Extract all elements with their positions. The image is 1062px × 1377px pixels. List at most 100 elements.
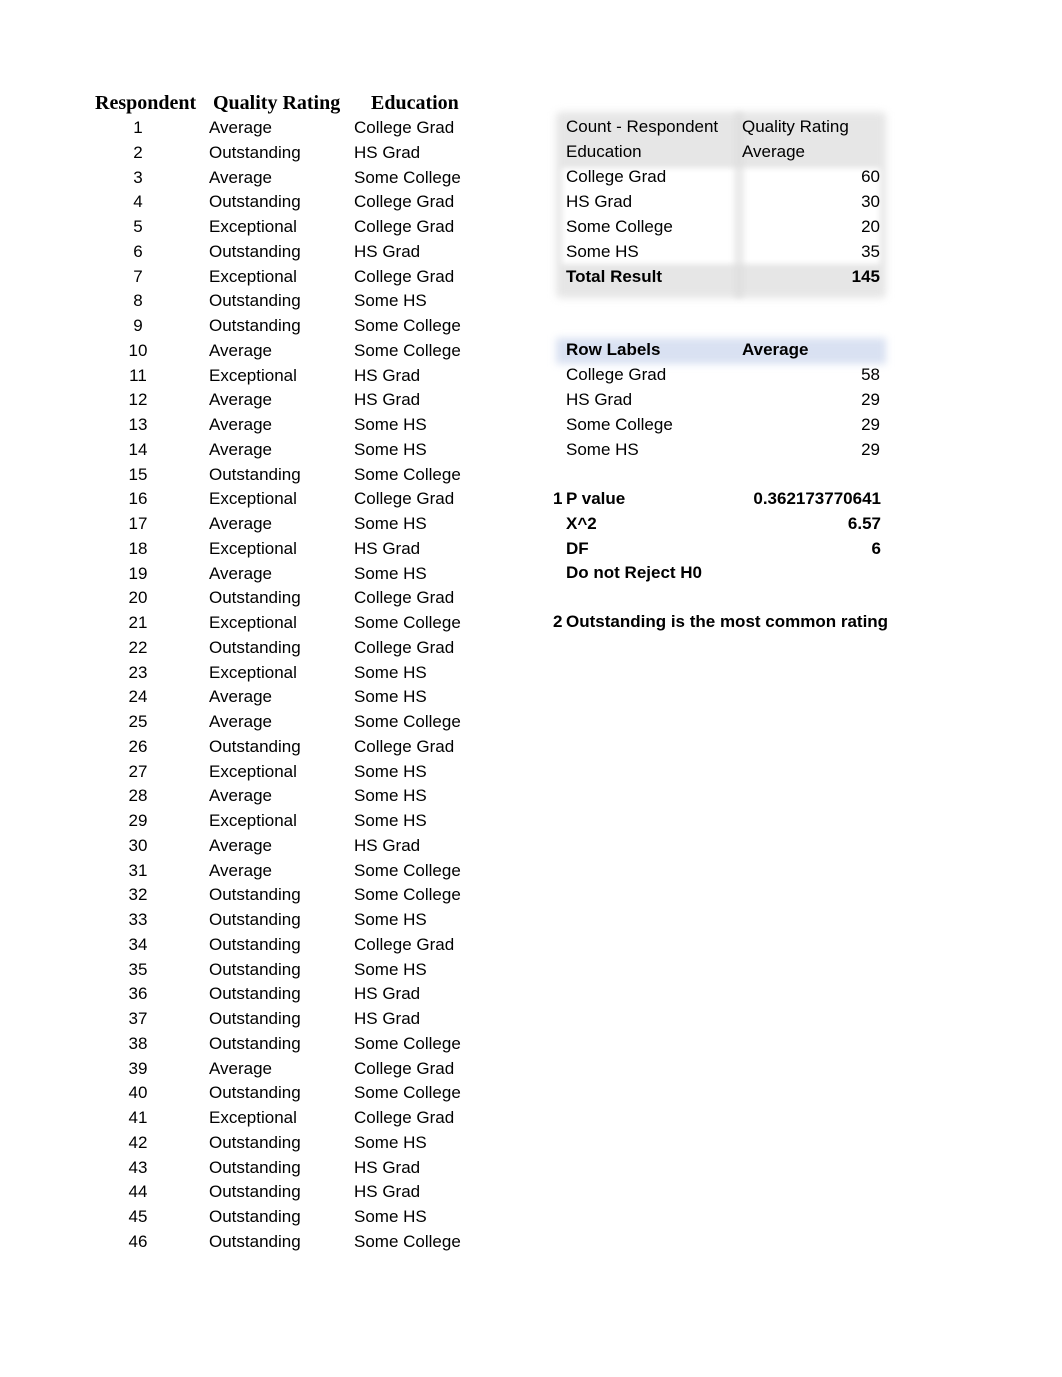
education-cell[interactable]: College Grad: [354, 487, 454, 512]
respondent-cell[interactable]: 38: [118, 1032, 158, 1057]
quality-rating-cell[interactable]: Exceptional: [209, 611, 297, 636]
respondent-cell[interactable]: 23: [118, 661, 158, 686]
education-cell[interactable]: Some College: [354, 1230, 461, 1255]
education-cell[interactable]: Some College: [354, 166, 461, 191]
education-cell[interactable]: College Grad: [354, 116, 454, 141]
respondent-cell[interactable]: 6: [118, 240, 158, 265]
quality-rating-cell[interactable]: Average: [209, 710, 272, 735]
row-labels-header[interactable]: Row Labels: [566, 338, 660, 363]
respondent-cell[interactable]: 17: [118, 512, 158, 537]
education-cell[interactable]: HS Grad: [354, 982, 420, 1007]
respondent-cell[interactable]: 37: [118, 1007, 158, 1032]
quality-rating-cell[interactable]: Average: [209, 166, 272, 191]
quality-rating-cell[interactable]: Exceptional: [209, 661, 297, 686]
education-cell[interactable]: Some HS: [354, 760, 427, 785]
respondent-cell[interactable]: 32: [118, 883, 158, 908]
respondent-cell[interactable]: 28: [118, 784, 158, 809]
quality-rating-cell[interactable]: Average: [209, 339, 272, 364]
quality-rating-cell[interactable]: Exceptional: [209, 809, 297, 834]
respondent-cell[interactable]: 20: [118, 586, 158, 611]
education-cell[interactable]: Some HS: [354, 413, 427, 438]
education-cell[interactable]: Some College: [354, 1032, 461, 1057]
respondent-cell[interactable]: 22: [118, 636, 158, 661]
respondent-cell[interactable]: 24: [118, 685, 158, 710]
education-cell[interactable]: Some HS: [354, 1205, 427, 1230]
respondent-cell[interactable]: 45: [118, 1205, 158, 1230]
education-cell[interactable]: Some College: [354, 463, 461, 488]
respondent-cell[interactable]: 19: [118, 562, 158, 587]
respondent-cell[interactable]: 1: [118, 116, 158, 141]
quality-rating-cell[interactable]: Outstanding: [209, 141, 301, 166]
education-cell[interactable]: College Grad: [354, 190, 454, 215]
quality-rating-cell[interactable]: Outstanding: [209, 1032, 301, 1057]
education-cell[interactable]: HS Grad: [354, 537, 420, 562]
education-cell[interactable]: College Grad: [354, 933, 454, 958]
respondent-cell[interactable]: 34: [118, 933, 158, 958]
quality-rating-cell[interactable]: Exceptional: [209, 364, 297, 389]
respondent-cell[interactable]: 13: [118, 413, 158, 438]
quality-rating-cell[interactable]: Outstanding: [209, 1180, 301, 1205]
respondent-cell[interactable]: 18: [118, 537, 158, 562]
respondent-cell[interactable]: 35: [118, 958, 158, 983]
education-cell[interactable]: HS Grad: [354, 1156, 420, 1181]
quality-rating-cell[interactable]: Average: [209, 685, 272, 710]
quality-rating-cell[interactable]: Exceptional: [209, 215, 297, 240]
education-cell[interactable]: HS Grad: [354, 1180, 420, 1205]
respondent-cell[interactable]: 2: [118, 141, 158, 166]
quality-rating-cell[interactable]: Average: [209, 388, 272, 413]
education-cell[interactable]: Some HS: [354, 784, 427, 809]
quality-rating-cell[interactable]: Average: [209, 438, 272, 463]
quality-rating-cell[interactable]: Average: [209, 1057, 272, 1082]
quality-rating-cell[interactable]: Outstanding: [209, 735, 301, 760]
quality-rating-cell[interactable]: Average: [209, 413, 272, 438]
quality-rating-cell[interactable]: Outstanding: [209, 586, 301, 611]
education-cell[interactable]: Some HS: [354, 661, 427, 686]
quality-rating-cell[interactable]: Outstanding: [209, 240, 301, 265]
quality-rating-cell[interactable]: Outstanding: [209, 883, 301, 908]
education-cell[interactable]: College Grad: [354, 215, 454, 240]
quality-rating-cell[interactable]: Outstanding: [209, 958, 301, 983]
respondent-cell[interactable]: 12: [118, 388, 158, 413]
quality-rating-cell[interactable]: Outstanding: [209, 982, 301, 1007]
education-cell[interactable]: Some HS: [354, 289, 427, 314]
pivot-corner-label[interactable]: Count - Respondent: [566, 115, 718, 140]
education-cell[interactable]: Some HS: [354, 438, 427, 463]
quality-rating-cell[interactable]: Exceptional: [209, 537, 297, 562]
education-cell[interactable]: Some College: [354, 1081, 461, 1106]
quality-rating-cell[interactable]: Average: [209, 859, 272, 884]
education-cell[interactable]: HS Grad: [354, 388, 420, 413]
education-cell[interactable]: Some College: [354, 859, 461, 884]
quality-rating-cell[interactable]: Average: [209, 834, 272, 859]
quality-rating-cell[interactable]: Outstanding: [209, 636, 301, 661]
quality-rating-cell[interactable]: Outstanding: [209, 1007, 301, 1032]
respondent-cell[interactable]: 46: [118, 1230, 158, 1255]
quality-rating-cell[interactable]: Average: [209, 784, 272, 809]
education-cell[interactable]: Some HS: [354, 809, 427, 834]
education-cell[interactable]: HS Grad: [354, 364, 420, 389]
respondent-cell[interactable]: 44: [118, 1180, 158, 1205]
education-cell[interactable]: Some HS: [354, 958, 427, 983]
education-cell[interactable]: Some College: [354, 883, 461, 908]
quality-rating-cell[interactable]: Exceptional: [209, 487, 297, 512]
respondent-cell[interactable]: 21: [118, 611, 158, 636]
quality-rating-cell[interactable]: Average: [209, 116, 272, 141]
respondent-cell[interactable]: 30: [118, 834, 158, 859]
respondent-cell[interactable]: 40: [118, 1081, 158, 1106]
quality-rating-cell[interactable]: Outstanding: [209, 314, 301, 339]
quality-rating-cell[interactable]: Outstanding: [209, 190, 301, 215]
respondent-cell[interactable]: 14: [118, 438, 158, 463]
quality-rating-cell[interactable]: Exceptional: [209, 265, 297, 290]
education-cell[interactable]: Some College: [354, 710, 461, 735]
education-cell[interactable]: HS Grad: [354, 834, 420, 859]
education-cell[interactable]: Some College: [354, 339, 461, 364]
respondent-cell[interactable]: 5: [118, 215, 158, 240]
respondent-cell[interactable]: 16: [118, 487, 158, 512]
quality-rating-cell[interactable]: Average: [209, 512, 272, 537]
quality-rating-cell[interactable]: Outstanding: [209, 1131, 301, 1156]
education-cell[interactable]: Some HS: [354, 908, 427, 933]
respondent-cell[interactable]: 11: [118, 364, 158, 389]
education-cell[interactable]: Some HS: [354, 685, 427, 710]
education-cell[interactable]: College Grad: [354, 735, 454, 760]
respondent-cell[interactable]: 31: [118, 859, 158, 884]
education-cell[interactable]: College Grad: [354, 586, 454, 611]
